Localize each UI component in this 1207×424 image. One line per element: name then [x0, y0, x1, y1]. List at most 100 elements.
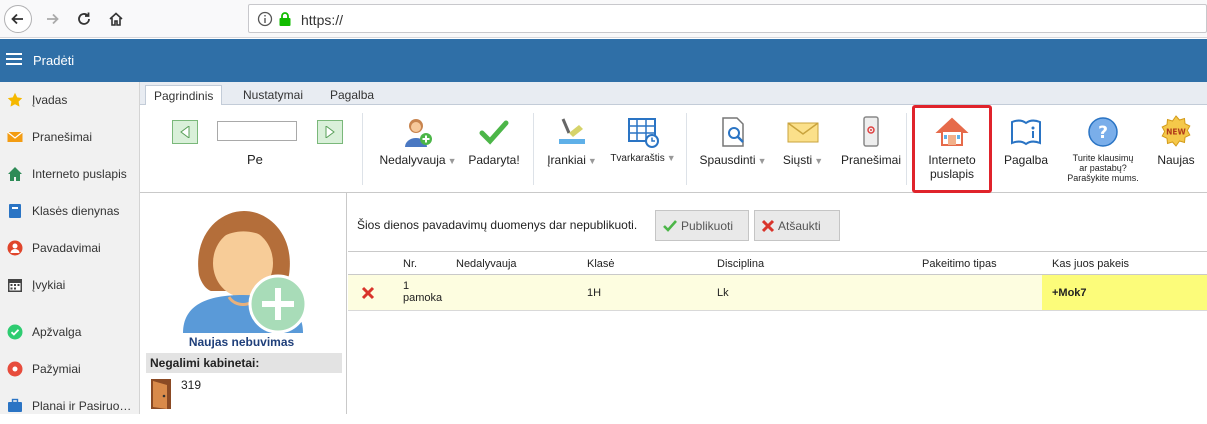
tvarkarastis-button[interactable]: Tvarkaraštis ▼ — [606, 115, 680, 164]
nedalyvauja-button[interactable]: Nedalyvauja ▼ — [376, 115, 460, 167]
sidebar-item-klases-dienynas[interactable]: Klasės dienynas — [0, 193, 139, 229]
person-icon — [7, 240, 23, 256]
column-header-kas-juos-pakeis[interactable]: Kas juos pakeis — [1052, 258, 1129, 270]
sidebar-item-interneto-puslapis[interactable]: Interneto puslapis — [0, 156, 139, 192]
sidebar-item-label: Įvadas — [32, 93, 68, 107]
sidebar-item-label: Įvykiai — [32, 278, 66, 292]
ribbon-toolbar: Pe Nedalyvauja ▼ Padaryta! Įrankiai ▼ Tvar… — [140, 105, 1207, 193]
cell-replacement[interactable]: +Mok7 — [1042, 275, 1207, 310]
padaryta-button[interactable]: Padaryta! — [466, 115, 522, 167]
user-add-icon — [183, 211, 308, 334]
cancel-label: Atšaukti — [778, 218, 821, 233]
check-circle-icon — [7, 324, 23, 340]
publish-button[interactable]: Publikuoti — [655, 210, 749, 241]
naujas-button[interactable]: NEW Naujas — [1150, 115, 1202, 167]
cancel-button[interactable]: Atšaukti — [754, 210, 840, 241]
date-input[interactable] — [217, 121, 297, 141]
home-button[interactable] — [102, 5, 130, 33]
interneto-label-line2: puslapis — [929, 167, 975, 181]
triangle-left-icon — [180, 126, 190, 138]
envelope-icon — [7, 131, 23, 142]
mobile-phone-icon — [863, 116, 879, 147]
spausdinti-button[interactable]: Spausdinti ▼ — [696, 115, 770, 167]
info-panel: Naujas nebuvimas Negalimi kabinetai: 319 — [141, 193, 342, 414]
sidebar-item-label: Apžvalga — [32, 325, 82, 339]
tab-nustatymai[interactable]: Nustatymai — [235, 85, 311, 106]
info-icon[interactable] — [257, 11, 273, 27]
hamburger-menu-icon[interactable] — [6, 52, 22, 66]
feedback-label-line3: Parašykite mums. — [1067, 173, 1139, 183]
irankiai-label: Įrankiai — [547, 153, 586, 167]
sidebar-item-ivadas[interactable]: Įvadas — [0, 82, 139, 118]
new-absence-avatar[interactable] — [179, 205, 309, 335]
book-icon — [9, 204, 21, 218]
siusti-label: Siųsti — [782, 153, 813, 167]
sidebar-item-label: Interneto puslapis — [32, 167, 127, 181]
ribbon-separator — [906, 113, 907, 185]
new-badge-text: NEW — [1166, 128, 1186, 137]
cell-nr-unit: pamoka — [403, 292, 443, 304]
url-text: https:// — [301, 12, 344, 28]
ribbon-separator — [686, 113, 687, 185]
feedback-button[interactable]: ? Turite klausimų ar pastabų? Parašykite… — [1058, 115, 1148, 183]
interneto-puslapis-button[interactable]: Interneto puslapis — [916, 115, 988, 181]
sidebar-item-label: Pavadavimai — [32, 241, 101, 255]
table-header: Nr. Nedalyvauja Klasė Disciplina Pakeiti… — [348, 251, 1207, 275]
main-content: Šios dienos pavadavimų duomenys dar nepu… — [346, 193, 1207, 414]
room-number: 319 — [181, 378, 202, 392]
sidebar-item-pranesimai[interactable]: Pranešimai — [0, 119, 139, 155]
pagalba-label: Pagalba — [1003, 153, 1049, 167]
forward-button[interactable] — [38, 5, 66, 33]
column-header-pakeitimo-tipas[interactable]: Pakeitimo tipas — [922, 258, 997, 270]
column-header-nr[interactable]: Nr. — [403, 258, 417, 270]
url-bar[interactable]: https:// — [248, 4, 1207, 33]
browser-toolbar: https:// — [0, 0, 1207, 38]
timetable-icon — [628, 118, 659, 148]
sidebar-item-pavadavimai[interactable]: Pavadavimai — [0, 230, 139, 266]
room-item: 319 — [149, 378, 201, 410]
publish-status-text: Šios dienos pavadavimų duomenys dar nepu… — [357, 218, 638, 232]
irankiai-button[interactable]: Įrankiai ▼ — [542, 115, 602, 167]
cell-nr: 1 — [403, 280, 410, 292]
envelope-icon — [787, 122, 819, 143]
tab-pagalba[interactable]: Pagalba — [322, 85, 382, 106]
previous-day-button[interactable] — [172, 120, 198, 144]
column-header-nedalyvauja[interactable]: Nedalyvauja — [456, 258, 517, 270]
column-header-disciplina[interactable]: Disciplina — [717, 258, 764, 270]
pranesimai-button[interactable]: Pranešimai — [836, 115, 906, 167]
sidebar-item-ivykiai[interactable]: Įvykiai — [0, 267, 139, 303]
new-absence-label[interactable]: Naujas nebuvimas — [141, 335, 342, 349]
add-person-icon — [405, 119, 432, 147]
new-badge-icon: NEW — [1161, 115, 1191, 147]
print-preview-icon — [722, 117, 744, 147]
star-icon — [7, 92, 23, 107]
sidebar-item-apzvalga[interactable]: Apžvalga — [0, 314, 139, 350]
dropdown-caret-icon[interactable]: ▼ — [814, 156, 823, 166]
tab-pagrindinis[interactable]: Pagrindinis — [145, 85, 223, 106]
tvarkarastis-label: Tvarkaraštis — [610, 153, 665, 164]
padaryta-label: Padaryta! — [468, 153, 520, 167]
dropdown-caret-icon[interactable]: ▼ — [667, 153, 676, 163]
column-header-klase[interactable]: Klasė — [587, 258, 615, 270]
siusti-button[interactable]: Siųsti ▼ — [778, 115, 828, 167]
dropdown-caret-icon[interactable]: ▼ — [448, 156, 457, 166]
help-book-icon — [1011, 119, 1041, 146]
feedback-label-line1: Turite klausimų — [1072, 153, 1134, 163]
app-title[interactable]: Pradėti — [33, 53, 74, 68]
dropdown-caret-icon[interactable]: ▼ — [758, 156, 767, 166]
delete-row-icon[interactable] — [361, 286, 375, 300]
interneto-label-line1: Interneto — [928, 153, 976, 167]
door-icon — [151, 379, 171, 409]
cell-discipline: Lk — [717, 287, 729, 299]
dropdown-caret-icon[interactable]: ▼ — [588, 156, 597, 166]
sidebar-item-planai[interactable]: Planai ir Pasiruošimas — [0, 388, 139, 424]
next-day-button[interactable] — [317, 120, 343, 144]
sidebar-item-pazymiai[interactable]: Pažymiai — [0, 351, 139, 387]
pagalba-button[interactable]: Pagalba — [998, 115, 1054, 167]
triangle-right-icon — [325, 126, 335, 138]
table-row[interactable]: 1 pamoka 1H Lk +Mok7 — [348, 275, 1207, 311]
grades-icon — [7, 361, 23, 377]
back-button[interactable] — [4, 5, 32, 33]
home-icon — [8, 167, 22, 181]
reload-button[interactable] — [70, 5, 98, 33]
